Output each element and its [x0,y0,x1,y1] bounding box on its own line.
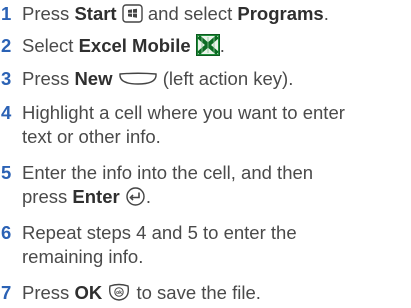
instruction-steps: 1 Press Start and select Programs. 2 Sel… [0,0,411,308]
step-text: Press Start and select Programs. [22,3,329,24]
step-text: Enter the info into the cell, and then pr… [22,162,314,207]
step-text: Select Excel Mobile . [22,34,225,56]
enter-key-icon [126,187,145,206]
step-number: 4 [1,102,12,123]
step-number: 2 [1,35,12,56]
step-number: 5 [1,162,12,183]
excel-mobile-icon [195,34,220,56]
step-text: Press New (left action key). [22,68,294,89]
step-number: 3 [1,68,12,89]
left-action-key-icon [118,72,157,85]
step-number: 1 [1,3,12,24]
step-text: Press OK ok to save the file. [22,282,261,303]
step-text: Highlight a cell where you want to enter… [22,102,345,147]
svg-text:ok: ok [116,290,122,296]
step-text: Repeat steps 4 and 5 to enter the remaini… [22,222,297,267]
step-number: 7 [1,282,12,303]
windows-start-key-icon [122,4,143,23]
step-number: 6 [1,222,12,243]
ok-key-icon: ok [109,283,130,301]
